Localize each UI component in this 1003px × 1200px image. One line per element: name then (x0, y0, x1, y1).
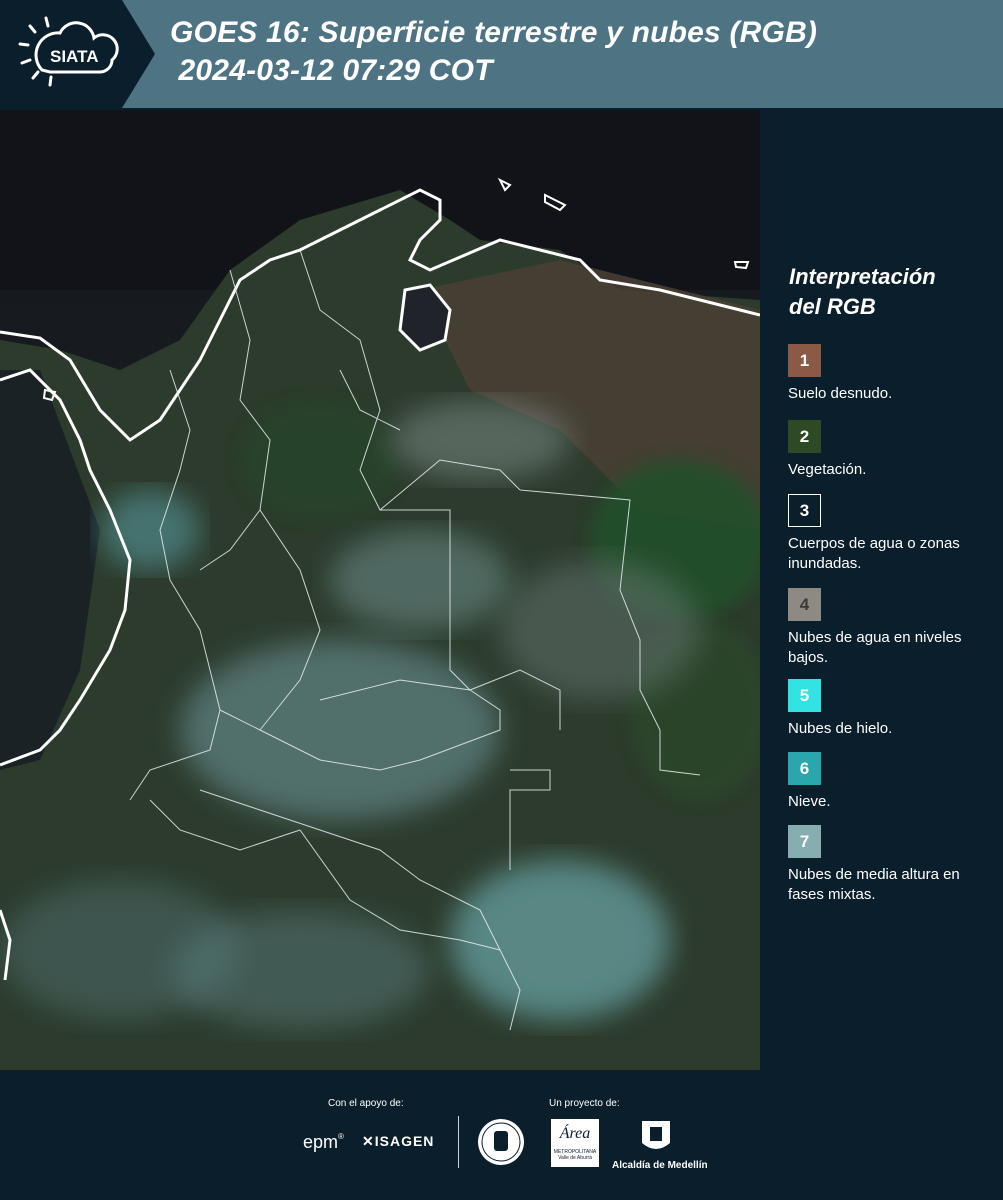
legend-swatch-1: 1 (788, 344, 821, 377)
legend-swatch-4: 4 (788, 588, 821, 621)
legend-label-1: Suelo desnudo. (788, 385, 893, 402)
legend-swatch-5: 5 (788, 679, 821, 712)
legend-item-4: 4 Nubes de agua en niveles bajos. (788, 588, 998, 668)
medellin-seal-logo (476, 1117, 526, 1172)
area-logo-sub2: Valle de Aburrá (558, 1155, 592, 1161)
legend-title-line1: Interpretación (789, 264, 936, 289)
legend-title: Interpretación del RGB (789, 262, 936, 322)
legend-label-4: Nubes de agua en niveles bajos. (788, 629, 962, 666)
legend-label-7: Nubes de media altura en fases mixtas. (788, 866, 960, 903)
legend-swatch-7: 7 (788, 825, 821, 858)
epm-logo-text: epm (303, 1132, 339, 1152)
legend-item-6: 6 Nieve. (788, 752, 998, 812)
project-label: Un proyecto de: (549, 1098, 620, 1109)
footer-divider (458, 1116, 459, 1168)
legend-item-7: 7 Nubes de media altura en fases mixtas. (788, 825, 998, 905)
header-bar: SIATA GOES 16: Superficie terrestre y nu… (0, 0, 1003, 108)
legend-label-3: Cuerpos de agua o zonas inundadas. (788, 535, 960, 572)
legend-swatch-6: 6 (788, 752, 821, 785)
area-logo-text: Área (559, 1125, 591, 1142)
siata-logo-text: SIATA (50, 47, 98, 66)
satellite-map[interactable] (0, 110, 760, 1070)
epm-logo: epm® (303, 1132, 344, 1152)
legend-swatch-2: 2 (788, 420, 821, 453)
isagen-logo-text: ISAGEN (374, 1133, 435, 1149)
area-metropolitana-logo: Área METROPOLITANA Valle de Aburrá (551, 1119, 599, 1167)
legend-item-3: 3 Cuerpos de agua o zonas inundadas. (788, 494, 998, 574)
legend-title-line2: del RGB (789, 294, 876, 319)
legend-label-2: Vegetación. (788, 461, 867, 478)
legend-item-2: 2 Vegetación. (788, 420, 998, 480)
alcaldia-shield-icon (640, 1119, 672, 1162)
page-title: GOES 16: Superficie terrestre y nubes (R… (170, 14, 817, 90)
footer-sponsors: Con el apoyo de: Un proyecto de: epm® ✕I… (0, 1070, 1003, 1200)
support-label: Con el apoyo de: (328, 1098, 404, 1109)
legend-label-6: Nieve. (788, 793, 831, 810)
siata-logo: SIATA (0, 0, 155, 108)
legend-swatch-3: 3 (788, 494, 821, 527)
isagen-logo: ✕ISAGEN (362, 1133, 435, 1149)
rgb-legend: Interpretación del RGB 1 Suelo desnudo. … (776, 110, 1003, 1070)
legend-label-5: Nubes de hielo. (788, 720, 893, 737)
legend-item-5: 5 Nubes de hielo. (788, 679, 998, 739)
alcaldia-label: Alcaldía de Medellín (612, 1160, 708, 1171)
legend-item-1: 1 Suelo desnudo. (788, 344, 998, 404)
title-timestamp: 2024-03-12 07:29 COT (170, 54, 493, 87)
title-product: GOES 16: Superficie terrestre y nubes (R… (170, 16, 818, 49)
